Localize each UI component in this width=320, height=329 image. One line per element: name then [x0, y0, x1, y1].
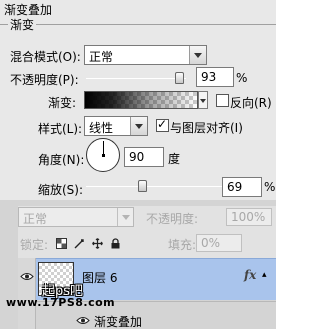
opacity-slider-track[interactable]	[86, 78, 186, 79]
blend-mode-value: 正常	[89, 50, 114, 64]
fill-input[interactable]: 0%	[196, 234, 242, 252]
layer-opacity-input[interactable]: 100%	[226, 208, 272, 226]
chevron-down-icon	[130, 117, 147, 135]
align-with-layer-label: 与图层对齐(I)	[170, 121, 243, 135]
style-label: 样式(L):	[38, 122, 83, 136]
layer-blend-mode-select[interactable]: 正常	[18, 207, 134, 227]
scale-input[interactable]: 69	[222, 177, 262, 197]
angle-dial[interactable]	[86, 138, 120, 172]
opacity-value: 93	[201, 70, 217, 84]
gradient-picker-button[interactable]	[198, 91, 208, 109]
style-select[interactable]: 线性	[84, 116, 148, 136]
effect-name: 渐变叠加	[94, 315, 143, 329]
scale-label: 缩放(S):	[38, 183, 84, 197]
angle-value: 90	[129, 150, 145, 164]
reverse-label: 反向(R)	[230, 96, 272, 110]
gradient-label: 渐变:	[48, 96, 77, 110]
layer-opacity-label: 不透明度:	[146, 212, 199, 226]
eye-icon[interactable]	[76, 316, 90, 325]
lock-label: 锁定:	[20, 238, 49, 252]
angle-label: 角度(N):	[38, 153, 85, 167]
lock-image-pixels-icon[interactable]	[74, 238, 85, 249]
visibility-column	[18, 258, 36, 329]
scale-value: 69	[227, 180, 243, 194]
lock-transparent-pixels-icon[interactable]	[56, 238, 67, 249]
opacity-unit: %	[236, 71, 248, 85]
gradient-preview[interactable]	[84, 91, 198, 109]
opacity-slider-thumb[interactable]	[175, 72, 184, 84]
layer-opacity-value: 100%	[231, 210, 266, 224]
blend-mode-label: 混合模式(O):	[10, 50, 81, 64]
opacity-input[interactable]: 93	[196, 67, 234, 87]
scale-unit: %	[264, 180, 276, 194]
scale-slider-thumb[interactable]	[138, 180, 148, 192]
checkmark-icon: ✓	[157, 117, 168, 131]
style-value: 线性	[89, 121, 114, 135]
fill-value: 0%	[201, 236, 221, 250]
align-with-layer-checkbox[interactable]: ✓	[156, 117, 169, 132]
gradient-overlay-dialog: 渐变叠加 渐变 混合模式(O): 正常 不透明度(P): 93 % 渐变: 反向…	[0, 0, 276, 200]
group-label: 渐变	[8, 16, 37, 33]
angle-input[interactable]: 90	[124, 147, 164, 167]
layer-blend-mode-value: 正常	[23, 212, 48, 226]
lock-all-icon[interactable]	[110, 238, 121, 249]
fill-label: 填充:	[168, 238, 197, 252]
chevron-down-icon	[189, 46, 206, 64]
chevron-down-icon	[117, 208, 133, 226]
fx-icon[interactable]: fx	[244, 268, 256, 282]
layer-name[interactable]: 图层 6	[82, 269, 117, 286]
eye-icon[interactable]	[20, 272, 34, 281]
angle-unit: 度	[168, 152, 181, 166]
watermark-url: www.17PS8.com	[6, 296, 116, 309]
lock-position-icon[interactable]	[92, 238, 103, 249]
scale-slider-track[interactable]	[86, 186, 222, 187]
reverse-checkbox[interactable]	[216, 94, 229, 107]
blend-mode-select[interactable]: 正常	[84, 45, 207, 65]
expand-effects-icon[interactable]: ▴	[262, 270, 267, 280]
opacity-label: 不透明度(P):	[10, 73, 79, 87]
